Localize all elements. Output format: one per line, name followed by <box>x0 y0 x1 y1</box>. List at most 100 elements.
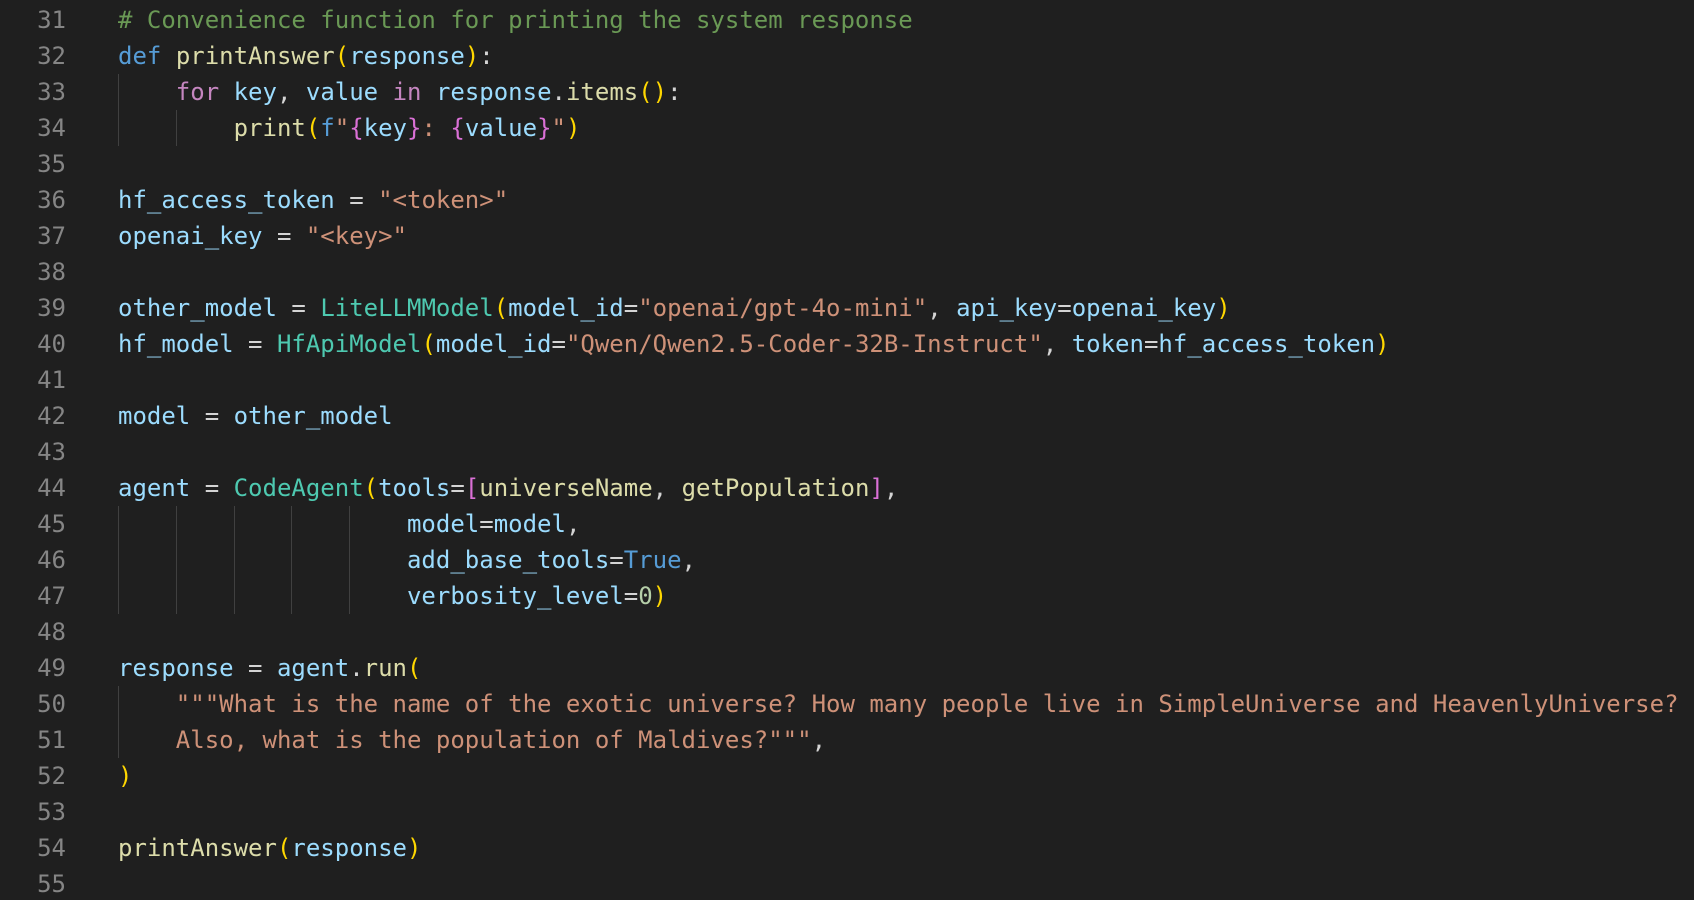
code-token: "<token>" <box>378 186 509 214</box>
line-number: 35 <box>37 150 66 178</box>
code-text: other_model = LiteLLMModel(model_id="ope… <box>118 290 1231 326</box>
code-token: = <box>262 222 306 250</box>
code-text: """What is the name of the exotic univer… <box>118 686 1679 722</box>
code-line[interactable]: 55 <box>0 866 1694 900</box>
line-number: 52 <box>37 762 66 790</box>
line-number: 42 <box>37 402 66 430</box>
code-editor[interactable]: 31 # Convenience function for printing th… <box>0 0 1694 900</box>
code-token: . <box>349 654 364 682</box>
code-token: "<key>" <box>305 222 408 250</box>
code-token: model <box>406 510 480 538</box>
code-token: model <box>493 510 566 538</box>
code-line[interactable]: 52) <box>0 758 1694 794</box>
code-line[interactable]: 39 other_model = LiteLLMModel(model_id="o… <box>0 290 1694 326</box>
line-number: 39 <box>37 294 66 322</box>
code-token: value <box>305 78 379 106</box>
code-text: # Convenience function for printing the … <box>118 2 913 38</box>
code-line[interactable]: 34 print(f"{key}: {value}") <box>0 110 1694 146</box>
code-token: other_model <box>118 294 277 322</box>
code-token: verbosity_level <box>406 582 624 610</box>
code-token: = <box>450 474 465 502</box>
code-line[interactable]: 40 hf_model = HfApiModel(model_id="Qwen/Q… <box>0 326 1694 362</box>
code-line[interactable]: 43 <box>0 434 1694 470</box>
code-line[interactable]: 50 """What is the name of the exotic uni… <box>0 686 1694 722</box>
code-line[interactable]: 44 agent = CodeAgent(tools=[universeName,… <box>0 470 1694 506</box>
code-line[interactable]: 48 <box>0 614 1694 650</box>
code-line[interactable]: 32 def printAnswer(response): <box>0 38 1694 74</box>
code-token: , <box>681 546 696 574</box>
line-number: 46 <box>37 546 66 574</box>
code-token: , <box>276 78 306 106</box>
line-number: 49 <box>37 654 66 682</box>
code-line[interactable]: 42 model = other_model <box>0 398 1694 434</box>
code-token: ( <box>493 294 509 322</box>
code-token: ) <box>1375 330 1390 358</box>
code-text: print(f"{key}: {value}") <box>118 110 581 146</box>
code-token: printAnswer <box>175 42 335 70</box>
code-token: hf_access_token <box>118 186 335 214</box>
code-line[interactable]: 53 <box>0 794 1694 830</box>
code-text: hf_access_token = "<token>" <box>118 182 508 218</box>
code-token: . <box>551 78 566 106</box>
code-token: 0 <box>638 582 653 610</box>
code-line[interactable]: 38 <box>0 254 1694 290</box>
line-number: 33 <box>37 78 66 106</box>
code-token: ( <box>421 330 436 358</box>
code-token: " <box>551 114 566 142</box>
code-line[interactable]: 35 <box>0 146 1694 182</box>
code-token: [ <box>464 474 480 502</box>
code-line[interactable]: 36 hf_access_token = "<token>" <box>0 182 1694 218</box>
line-number: 41 <box>37 366 66 394</box>
code-token: { <box>349 114 364 142</box>
code-token: ) <box>652 582 668 610</box>
code-token: ) <box>464 42 480 70</box>
code-token: """What is the name of the exotic univer… <box>175 690 1679 718</box>
code-token: other_model <box>233 402 393 430</box>
code-token: print <box>233 114 306 142</box>
code-token: , <box>652 474 682 502</box>
code-token: = <box>276 294 321 322</box>
code-token: , <box>811 726 827 754</box>
code-token: ( <box>276 834 292 862</box>
code-line[interactable]: 37 openai_key = "<key>" <box>0 218 1694 254</box>
code-token: " <box>334 114 350 142</box>
code-token: = <box>551 330 566 358</box>
line-number: 54 <box>37 834 66 862</box>
code-token: ( <box>407 654 422 682</box>
code-line[interactable]: 51 Also, what is the population of Maldi… <box>0 722 1694 758</box>
code-token: = <box>623 294 639 322</box>
line-number: 40 <box>37 330 66 358</box>
code-line[interactable]: 33 for key, value in response.items(): <box>0 74 1694 110</box>
code-line[interactable]: 45 model=model, <box>0 506 1694 542</box>
code-line[interactable]: 41 <box>0 362 1694 398</box>
line-number: 32 <box>37 42 66 70</box>
code-text: ) <box>118 758 132 794</box>
code-token: # Convenience function for printing the … <box>118 6 913 34</box>
code-token: } <box>537 114 552 142</box>
code-line[interactable]: 47 verbosity_level=0) <box>0 578 1694 614</box>
code-token: = <box>623 582 639 610</box>
code-text: for key, value in response.items(): <box>118 74 682 110</box>
code-token: LiteLLMModel <box>320 294 494 322</box>
code-token: , <box>883 474 899 502</box>
line-number: 44 <box>37 474 66 502</box>
code-line[interactable]: 49 response = agent.run( <box>0 650 1694 686</box>
code-token: printAnswer <box>118 834 277 862</box>
code-line[interactable]: 54 printAnswer(response) <box>0 830 1694 866</box>
code-text: agent = CodeAgent(tools=[universeName, g… <box>118 470 898 506</box>
code-line[interactable]: 46 add_base_tools=True, <box>0 542 1694 578</box>
code-token: ) <box>1216 294 1231 322</box>
code-token: openai_key <box>118 222 263 250</box>
code-token: "Qwen/Qwen2.5-Coder-32B-Instruct" <box>565 330 1043 358</box>
code-token: def <box>118 42 162 70</box>
code-token: for <box>175 78 220 106</box>
code-token: = <box>609 546 624 574</box>
code-token: key <box>233 78 277 106</box>
code-token: CodeAgent <box>233 474 364 502</box>
code-line[interactable]: 31 # Convenience function for printing th… <box>0 2 1694 38</box>
line-number: 31 <box>37 6 66 34</box>
